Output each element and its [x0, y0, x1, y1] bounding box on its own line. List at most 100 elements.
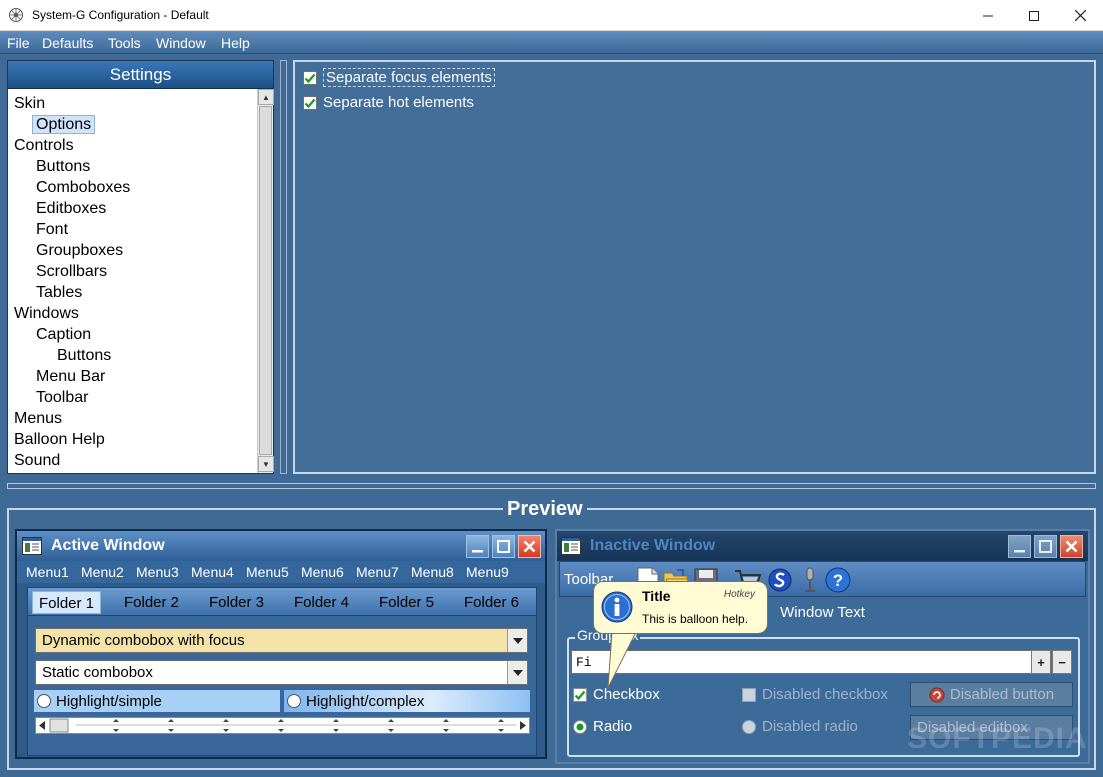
close-icon — [1065, 540, 1078, 553]
window-icon — [22, 537, 42, 555]
settings-panel: Settings Skin Options Controls Buttons C… — [7, 60, 274, 474]
menu-help[interactable]: Help — [221, 35, 250, 51]
menu8[interactable]: Menu8 — [411, 564, 454, 580]
menu6[interactable]: Menu6 — [301, 564, 344, 580]
svg-text:?: ? — [833, 571, 843, 590]
balloon-hotkey: Hotkey — [723, 589, 755, 600]
active-window-title: Active Window — [51, 537, 165, 554]
menu4[interactable]: Menu4 — [191, 564, 234, 580]
options-pane: Separate focus elements Separate hot ele… — [293, 60, 1096, 474]
tree-item-caption-buttons[interactable]: Buttons — [57, 345, 111, 366]
balloon-tail — [607, 632, 637, 689]
menu2[interactable]: Menu2 — [81, 564, 124, 580]
chevron-down-icon[interactable] — [507, 629, 527, 652]
watermark: SOFTPEDIA — [907, 722, 1088, 755]
menu-file[interactable]: File — [7, 35, 30, 51]
horizontal-splitter[interactable] — [7, 483, 1096, 489]
menu3[interactable]: Menu3 — [136, 564, 179, 580]
horizontal-slider[interactable] — [35, 717, 530, 734]
disabled-radio: Disabled radio — [742, 718, 858, 735]
title-bar: System-G Configuration - Default — [0, 0, 1103, 31]
tab-folder-2[interactable]: Folder 2 — [118, 591, 185, 614]
minus-button[interactable]: − — [1052, 650, 1072, 674]
static-combobox[interactable]: Static combobox — [35, 660, 528, 685]
tree-item-buttons[interactable]: Buttons — [36, 156, 90, 177]
tab-folder-5[interactable]: Folder 5 — [373, 591, 440, 614]
active-maximize-button[interactable] — [492, 535, 515, 558]
tab-folder-1[interactable]: Folder 1 — [32, 591, 102, 614]
maximize-icon — [1029, 10, 1039, 21]
radio[interactable]: Radio — [573, 718, 632, 735]
window-title: System-G Configuration - Default — [32, 8, 209, 22]
menu-bar: File Defaults Tools Window Help — [0, 31, 1103, 54]
tree-item-options[interactable]: Options — [32, 114, 96, 135]
disabled-checkbox: Disabled checkbox — [742, 686, 888, 703]
info-icon — [601, 591, 633, 623]
tree-item-sound[interactable]: Sound — [14, 450, 60, 471]
close-button[interactable] — [1057, 0, 1103, 31]
tree-item-groupboxes[interactable]: Groupboxes — [36, 240, 123, 261]
scroll-down-arrow-icon[interactable]: ▼ — [258, 456, 274, 472]
separate-hot-checkbox[interactable]: Separate hot elements — [303, 94, 474, 111]
menu1[interactable]: Menu1 — [26, 564, 69, 580]
inactive-maximize-button[interactable] — [1034, 535, 1057, 558]
tab-folder-3[interactable]: Folder 3 — [203, 591, 270, 614]
tree-item-scrollbars[interactable]: Scrollbars — [36, 261, 107, 282]
menu5[interactable]: Menu5 — [246, 564, 289, 580]
tree-item-editboxes[interactable]: Editboxes — [36, 198, 106, 219]
active-window-caption: Active Window — [17, 531, 545, 561]
minimize-icon — [472, 550, 483, 553]
minimize-icon — [983, 15, 993, 16]
checkmark-icon — [303, 70, 317, 85]
menu-window[interactable]: Window — [156, 35, 206, 51]
maximize-button[interactable] — [1011, 0, 1057, 31]
plus-button[interactable]: + — [1031, 650, 1051, 674]
close-icon — [1074, 10, 1086, 21]
active-window-preview: Active Window Menu1 Menu2 Menu3 Menu4 Me… — [15, 529, 547, 759]
settings-tree: Skin Options Controls Buttons Comboboxes… — [8, 89, 256, 473]
maximize-icon — [1039, 540, 1052, 553]
active-window-menubar: Menu1 Menu2 Menu3 Menu4 Menu5 Menu6 Menu… — [17, 561, 545, 583]
microphone-icon[interactable] — [796, 566, 824, 594]
help-icon[interactable]: ? — [824, 566, 852, 594]
tree-item-windows[interactable]: Windows — [14, 303, 79, 324]
minimize-button[interactable] — [965, 0, 1011, 31]
tab-strip: Folder 1 Folder 2 Folder 3 Folder 4 Fold… — [27, 587, 537, 616]
menu-defaults[interactable]: Defaults — [42, 35, 93, 51]
radio-icon — [37, 694, 51, 708]
vertical-splitter[interactable] — [280, 60, 287, 474]
active-close-button[interactable] — [518, 535, 541, 558]
tree-scrollbar[interactable]: ▲ ▼ — [257, 89, 274, 473]
tree-item-controls[interactable]: Controls — [14, 135, 74, 156]
chevron-down-icon[interactable] — [507, 661, 527, 684]
inactive-minimize-button[interactable] — [1008, 535, 1031, 558]
tree-item-font[interactable]: Font — [36, 219, 68, 240]
tree-item-caption[interactable]: Caption — [36, 324, 91, 345]
tree-item-skin[interactable]: Skin — [14, 93, 45, 114]
radio-highlight-complex[interactable]: Highlight/complex — [284, 690, 530, 712]
tree-item-toolbar[interactable]: Toolbar — [36, 387, 88, 408]
tree-item-menu-bar[interactable]: Menu Bar — [36, 366, 105, 387]
window-icon — [561, 537, 581, 555]
scroll-thumb[interactable] — [259, 106, 272, 455]
tree-item-menus[interactable]: Menus — [14, 408, 62, 429]
menu7[interactable]: Menu7 — [356, 564, 399, 580]
menu-tools[interactable]: Tools — [108, 35, 141, 51]
tree-item-balloon-help[interactable]: Balloon Help — [14, 429, 105, 450]
inactive-close-button[interactable] — [1060, 535, 1083, 558]
separate-focus-checkbox[interactable]: Separate focus elements — [303, 68, 495, 87]
inactive-window-caption: Inactive Window — [557, 531, 1088, 561]
radio-highlight-simple[interactable]: Highlight/simple — [34, 690, 280, 712]
tree-item-comboboxes[interactable]: Comboboxes — [36, 177, 130, 198]
menu9[interactable]: Menu9 — [466, 564, 509, 580]
tab-folder-6[interactable]: Folder 6 — [458, 591, 525, 614]
dynamic-combobox[interactable]: Dynamic combobox with focus — [35, 628, 528, 653]
s-logo-icon[interactable] — [766, 566, 794, 594]
radio-icon — [287, 694, 301, 708]
active-minimize-button[interactable] — [466, 535, 489, 558]
tab-folder-4[interactable]: Folder 4 — [288, 591, 355, 614]
radio-selected-icon — [573, 719, 587, 734]
balloon-help: Title Hotkey This is balloon help. — [593, 581, 768, 634]
tree-item-tables[interactable]: Tables — [36, 282, 82, 303]
scroll-up-arrow-icon[interactable]: ▲ — [258, 89, 274, 105]
